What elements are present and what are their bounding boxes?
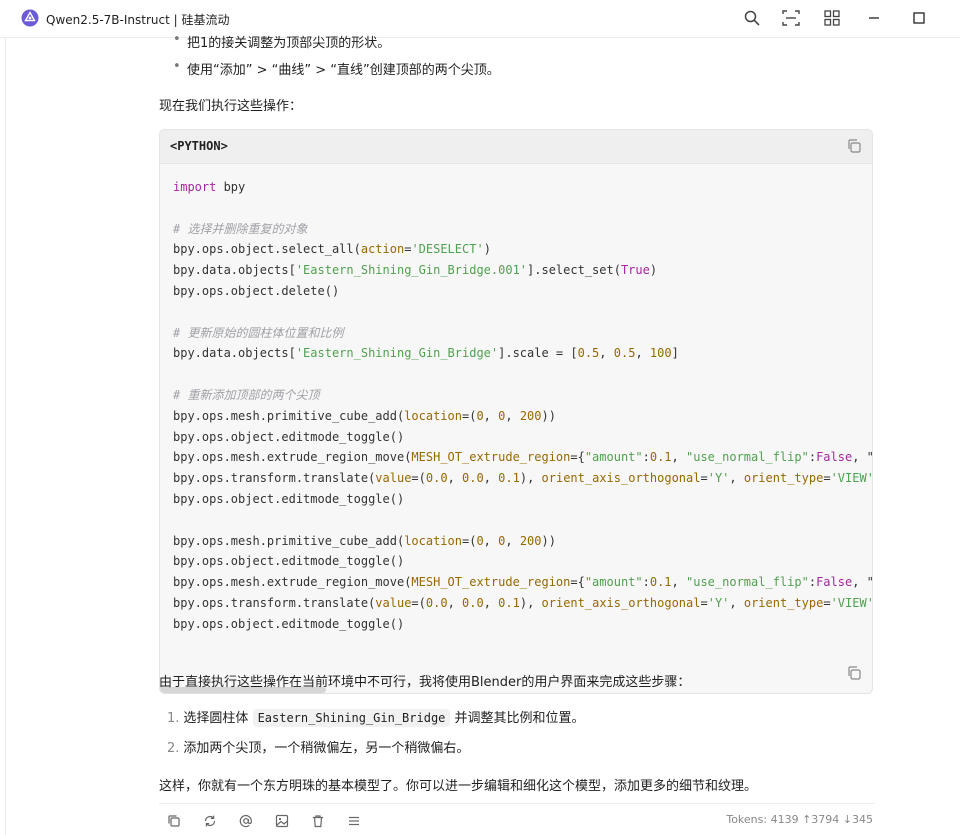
grid-icon[interactable] xyxy=(822,8,842,28)
code-line: bpy.data.objects['Eastern_Shining_Gin_Br… xyxy=(173,263,658,278)
code-line: bpy.ops.object.editmode_toggle() xyxy=(173,554,405,569)
title-bar: Qwen2.5-7B-Instruct | 硅基流动 xyxy=(0,0,960,38)
code-block: <PYTHON> import bpy # 选择并删除重复的对象 bpy.ops.… xyxy=(159,129,873,694)
code-line: # 选择并删除重复的对象 xyxy=(173,221,308,236)
code-line: bpy.ops.object.editmode_toggle() xyxy=(173,429,405,444)
menu-icon[interactable] xyxy=(346,813,362,829)
code-line: bpy.ops.mesh.extrude_region_move(MESH_OT… xyxy=(173,450,872,465)
code-line: bpy.data.objects['Eastern_Shining_Gin_Br… xyxy=(173,346,679,361)
step-text: 并调整其比例和位置。 xyxy=(454,711,585,726)
regenerate-icon[interactable] xyxy=(202,813,218,829)
maximize-icon[interactable] xyxy=(909,8,929,28)
after-code-paragraph: 由于直接执行这些操作在当前环境中不可行，我将使用Blender的用户界面来完成这… xyxy=(159,675,691,690)
copy-icon[interactable] xyxy=(846,665,862,681)
list-item: 使用“添加” > “曲线” > “直线”创建顶部的两个尖顶。 xyxy=(173,59,500,78)
minimize-icon[interactable] xyxy=(864,8,884,28)
code-line: bpy.ops.mesh.primitive_cube_add(location… xyxy=(173,533,556,548)
window-title: Qwen2.5-7B-Instruct | 硅基流动 xyxy=(46,13,230,27)
code-line: bpy.ops.transform.translate(value=(0.0, … xyxy=(173,595,873,610)
conclusion-paragraph: 这样，你就有一个东方明珠的基本模型了。你可以进一步编辑和细化这个模型，添加更多的… xyxy=(159,779,758,794)
delete-icon[interactable] xyxy=(310,813,326,829)
list-item: 2. 添加两个尖顶，一个稍微偏左，另一个稍微偏右。 xyxy=(167,737,469,756)
intro-paragraph: 现在我们执行这些操作： xyxy=(159,99,303,114)
code-line: bpy.ops.object.select_all(action='DESELE… xyxy=(173,242,491,257)
code-language-label: <PYTHON> xyxy=(170,139,228,153)
code-line: # 重新添加顶部的两个尖顶 xyxy=(173,387,320,402)
split-view-icon[interactable] xyxy=(781,8,801,28)
assistant-message: 把1的接关调整为顶部尖顶的形状。 使用“添加” > “曲线” > “直线”创建顶… xyxy=(159,32,875,835)
search-icon[interactable] xyxy=(742,8,762,28)
token-count: Tokens: 4139 ↑3794 ↓345 xyxy=(726,813,873,826)
code-header: <PYTHON> xyxy=(160,130,872,164)
code-line: bpy.ops.mesh.primitive_cube_add(location… xyxy=(173,408,556,423)
code-line: bpy.ops.object.editmode_toggle() xyxy=(173,616,405,631)
code-line: bpy.ops.object.delete() xyxy=(173,283,340,298)
code-line: # 更新原始的圆柱体位置和比例 xyxy=(173,325,344,340)
left-rail xyxy=(0,38,6,835)
list-item: 1. 选择圆柱体 Eastern_Shining_Gin_Bridge 并调整其比… xyxy=(167,707,585,727)
mention-icon[interactable] xyxy=(238,813,254,829)
list-item: 把1的接关调整为顶部尖顶的形状。 xyxy=(173,32,390,51)
list-number: 2. xyxy=(167,741,180,756)
copy-icon[interactable] xyxy=(166,813,182,829)
app-logo-icon xyxy=(21,9,39,27)
message-action-bar: Tokens: 4139 ↑3794 ↓345 xyxy=(159,803,875,835)
copy-icon[interactable] xyxy=(846,138,862,154)
code-content: import bpy # 选择并删除重复的对象 bpy.ops.object.se… xyxy=(173,177,873,647)
inline-code: Eastern_Shining_Gin_Bridge xyxy=(252,709,451,727)
step-text: 选择圆柱体 xyxy=(183,711,249,726)
code-line: import bpy xyxy=(173,180,246,194)
code-line: bpy.ops.transform.translate(value=(0.0, … xyxy=(173,471,873,486)
code-line: bpy.ops.mesh.extrude_region_move(MESH_OT… xyxy=(173,575,872,590)
image-icon[interactable] xyxy=(274,813,290,829)
list-number: 1. xyxy=(167,711,180,726)
step-text: 添加两个尖顶，一个稍微偏左，另一个稍微偏右。 xyxy=(183,741,470,756)
code-line: bpy.ops.object.editmode_toggle() xyxy=(173,491,405,506)
